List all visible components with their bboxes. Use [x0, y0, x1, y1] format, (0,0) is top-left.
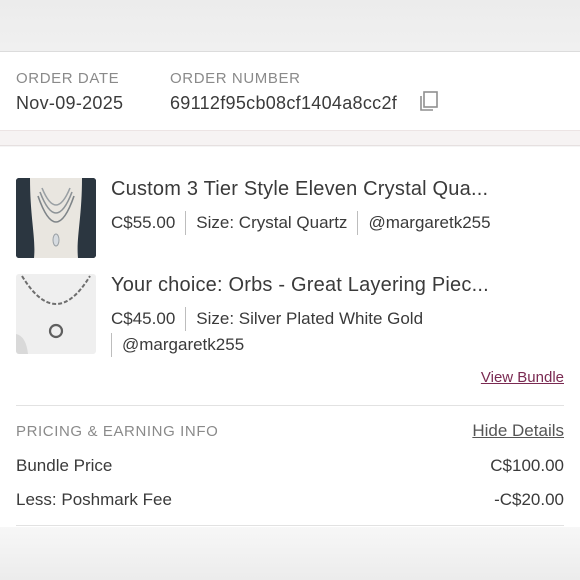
- item-meta: C$45.00 Size: Silver Plated White Gold @…: [111, 307, 566, 357]
- order-number-value[interactable]: 69112f95cb08cf1404a8cc2f: [170, 93, 397, 114]
- price-row-amount: C$100.00: [490, 456, 564, 475]
- item-meta: C$55.00 Size: Crystal Quartz @margaretk2…: [111, 211, 566, 235]
- order-number-section: ORDER NUMBER 69112f95cb08cf1404a8cc2f: [170, 70, 397, 114]
- item-size: Size: Crystal Quartz: [196, 213, 348, 232]
- item-price: C$45.00: [111, 309, 176, 328]
- view-bundle-link[interactable]: View Bundle: [481, 369, 564, 386]
- pricing-heading: PRICING & EARNING INFO: [16, 423, 219, 440]
- item-size: Size: Silver Plated White Gold: [196, 309, 424, 328]
- bottom-area: [0, 527, 580, 580]
- item-seller[interactable]: @margaretk255: [122, 335, 244, 355]
- order-info-card: ORDER DATE Nov-09-2025 ORDER NUMBER 6911…: [0, 52, 580, 130]
- bundle-items-card: Custom 3 Tier Style Eleven Crystal Qua..…: [0, 147, 580, 527]
- order-date-label: ORDER DATE: [16, 70, 120, 87]
- price-row-fee: Less: Poshmark Fee -C$20.00: [16, 490, 564, 510]
- copy-icon[interactable]: [418, 90, 440, 112]
- section-divider: [0, 130, 580, 146]
- price-row-label: Less: Poshmark Fee: [16, 490, 172, 509]
- order-number-label: ORDER NUMBER: [170, 70, 301, 87]
- meta-separator: [185, 307, 187, 331]
- meta-separator: [111, 333, 112, 357]
- meta-separator: [185, 211, 187, 235]
- order-date-section: ORDER DATE Nov-09-2025: [16, 70, 123, 114]
- price-row-bundle: Bundle Price C$100.00: [16, 456, 564, 476]
- section-divider-line: [16, 405, 564, 406]
- hide-details-link[interactable]: Hide Details: [472, 421, 564, 441]
- order-date-value: Nov-09-2025: [16, 93, 124, 113]
- item-seller[interactable]: @margaretk255: [368, 213, 490, 233]
- price-row-amount: -C$20.00: [494, 490, 564, 509]
- meta-separator: [357, 211, 359, 235]
- product-thumbnail[interactable]: [16, 178, 96, 258]
- product-thumbnail[interactable]: [16, 274, 96, 354]
- item-price: C$55.00: [111, 213, 176, 232]
- item-title[interactable]: Your choice: Orbs - Great Layering Piec.…: [111, 274, 489, 297]
- section-divider-line: [16, 525, 564, 526]
- item-title[interactable]: Custom 3 Tier Style Eleven Crystal Qua..…: [111, 178, 488, 201]
- price-row-label: Bundle Price: [16, 456, 113, 475]
- top-bar: [0, 0, 580, 52]
